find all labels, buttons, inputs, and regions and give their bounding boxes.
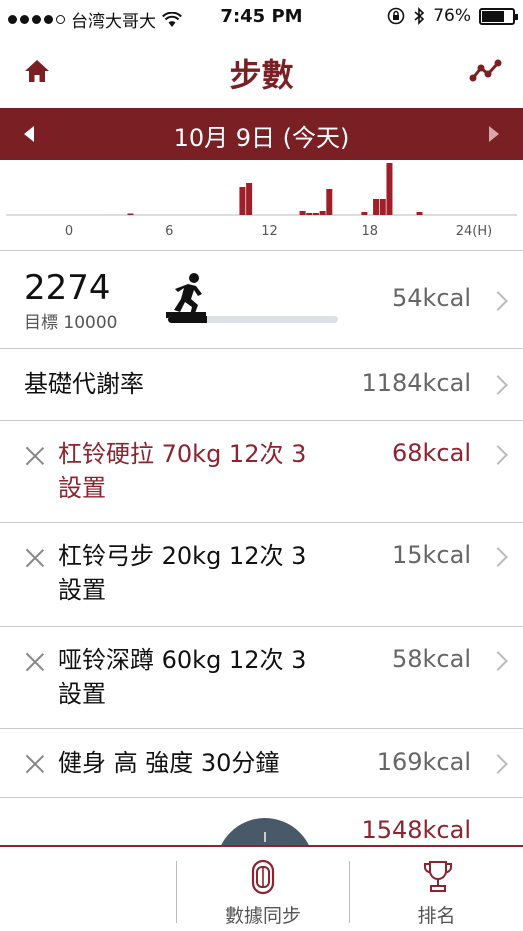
- chart-tick-label: 6: [165, 224, 173, 239]
- next-day-icon[interactable]: [489, 126, 499, 142]
- status-bar: 台湾大哥大 7:45 PM 76%: [0, 0, 523, 36]
- chart-bar: [319, 211, 326, 215]
- delete-icon[interactable]: [24, 651, 46, 673]
- runner-icon: [166, 273, 206, 318]
- chevron-right-icon: [488, 375, 508, 395]
- steps-row[interactable]: 2274 目標 10000 54kcal: [0, 252, 523, 348]
- tab-sync[interactable]: 數據同步: [177, 847, 349, 931]
- list-item[interactable]: 杠铃硬拉 70kg 12次 3 設置 68kcal: [0, 421, 523, 522]
- chart-bar: [326, 189, 333, 215]
- total-kcal: 1548kcal: [361, 816, 471, 844]
- nav-bar: 步數: [0, 36, 523, 108]
- chart-bar: [379, 199, 386, 215]
- list-item[interactable]: 哑铃深蹲 60kg 12次 3 設置 58kcal: [0, 627, 523, 728]
- list-item-kcal: 169kcal: [376, 748, 471, 776]
- chart-tick-label: 24(H): [456, 224, 492, 239]
- list-item-kcal: 58kcal: [391, 645, 471, 673]
- list-item[interactable]: 基礎代謝率 1184kcal: [0, 349, 523, 420]
- chart-bar: [386, 163, 393, 215]
- chart-bar: [127, 213, 134, 215]
- battery-percent: 76%: [433, 6, 471, 26]
- date-label: 10月 9日 (今天): [173, 124, 350, 152]
- list-item-label: 杠铃弓步 20kg 12次 3 設置: [58, 542, 307, 604]
- list-item[interactable]: 杠铃弓步 20kg 12次 3 設置 15kcal: [0, 523, 523, 626]
- chart-bar: [246, 183, 253, 215]
- list-item-label: 健身 高 強度 30分鐘: [58, 749, 280, 777]
- delete-icon[interactable]: [24, 445, 46, 467]
- chart-bar: [373, 199, 380, 215]
- hourly-steps-chart: 0 6 12 18 24(H): [0, 160, 523, 250]
- steps-goal: 目標 10000: [24, 313, 118, 333]
- page-title: 步數: [229, 56, 294, 94]
- delete-icon[interactable]: [24, 547, 46, 569]
- date-selector: 10月 9日 (今天): [0, 108, 523, 160]
- steps-kcal: 54kcal: [391, 284, 471, 312]
- chevron-right-icon: [488, 547, 508, 567]
- steps-progress-fill: [168, 316, 207, 323]
- tab-label: 數據同步: [224, 905, 301, 927]
- chevron-right-icon: [488, 291, 508, 311]
- bluetooth-icon: [414, 7, 425, 25]
- steps-count: 2274: [24, 268, 111, 308]
- divider: [0, 797, 523, 798]
- rotation-lock-icon: [387, 7, 405, 25]
- delete-icon[interactable]: [24, 753, 46, 775]
- tab-label: 排名: [417, 905, 456, 927]
- list-item-kcal: 1184kcal: [361, 369, 471, 397]
- plus-icon: [264, 832, 266, 842]
- trophy-icon: [424, 861, 452, 892]
- list-item-label: 杠铃硬拉 70kg 12次 3 設置: [58, 440, 307, 502]
- chart-tick-label: 18: [361, 224, 378, 239]
- chart-tick-label: 0: [65, 224, 73, 239]
- steps-progress-bar: [168, 316, 338, 323]
- trend-chart-icon[interactable]: [469, 58, 503, 84]
- list-item-kcal: 68kcal: [391, 439, 471, 467]
- chart-bar: [299, 211, 306, 215]
- chevron-right-icon: [488, 445, 508, 465]
- chart-bar: [361, 212, 368, 215]
- chevron-right-icon: [488, 754, 508, 774]
- battery-icon: [479, 7, 518, 25]
- chart-bar: [306, 213, 313, 215]
- list-item[interactable]: 健身 高 強度 30分鐘 169kcal: [0, 729, 523, 797]
- sync-band-icon: [251, 859, 275, 895]
- tab-bar: 數據同步 排名: [0, 845, 523, 931]
- chart-bar: [416, 212, 423, 215]
- chart-tick-label: 12: [261, 224, 278, 239]
- chart-bar: [239, 187, 246, 215]
- divider: [0, 250, 523, 251]
- chart-bar: [312, 213, 319, 215]
- tab-ranking[interactable]: 排名: [350, 847, 523, 931]
- list-item-label: 哑铃深蹲 60kg 12次 3 設置: [58, 646, 307, 708]
- list-item-kcal: 15kcal: [391, 541, 471, 569]
- list-item-label: 基礎代謝率: [24, 370, 144, 398]
- chevron-right-icon: [488, 651, 508, 671]
